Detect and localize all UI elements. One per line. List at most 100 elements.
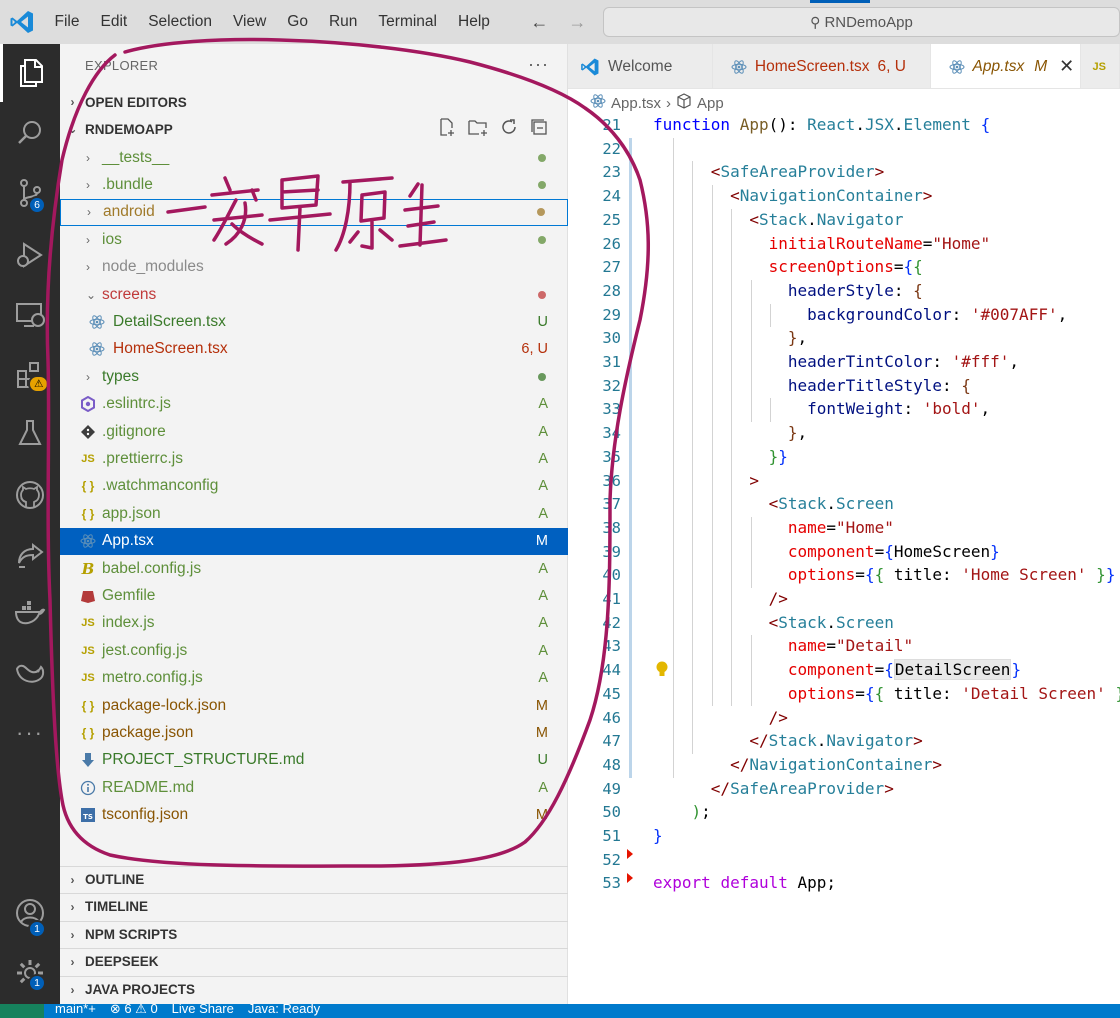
code-line[interactable]: 27 screenOptions={{ [568, 256, 1120, 280]
tree-item[interactable]: { } app.json A [60, 500, 568, 527]
menu-view[interactable]: View [222, 0, 276, 44]
code-line[interactable]: 25 <Stack.Navigator [568, 209, 1120, 233]
code-line[interactable]: 37 <Stack.Screen [568, 493, 1120, 517]
tree-item[interactable]: { } .watchmanconfig A [60, 473, 568, 500]
menu-selection[interactable]: Selection [138, 0, 223, 44]
tree-item[interactable]: › __tests__ [60, 144, 568, 171]
menu-terminal[interactable]: Terminal [368, 0, 448, 44]
menu-help[interactable]: Help [448, 0, 501, 44]
tree-item[interactable]: { } package.json M [60, 719, 568, 746]
code-line[interactable]: 47 </Stack.Navigator> [568, 730, 1120, 754]
tab-app[interactable]: App.tsx M ✕ [930, 44, 1081, 88]
tree-item[interactable]: JS jest.config.js A [60, 637, 568, 664]
tree-item[interactable]: Gemfile A [60, 582, 568, 609]
code-line[interactable]: 53 export default App; [568, 872, 1120, 896]
remote-explorer-icon[interactable] [0, 286, 60, 344]
code-line[interactable]: 34 }, [568, 422, 1120, 446]
tab-homescreen[interactable]: HomeScreen.tsx 6, U [712, 44, 931, 88]
tree-item[interactable]: { } package-lock.json M [60, 692, 568, 719]
tree-item[interactable]: DetailScreen.tsx U [60, 308, 568, 335]
tree-item[interactable]: App.tsx M [60, 527, 568, 555]
open-editors-header[interactable]: › OPEN EDITORS [60, 89, 568, 115]
docker-icon[interactable] [0, 584, 60, 642]
code-line[interactable]: 23 <SafeAreaProvider> [568, 161, 1120, 185]
refresh-icon[interactable] [500, 118, 518, 136]
code-line[interactable]: 24 <NavigationContainer> [568, 185, 1120, 209]
code-line[interactable]: 49 </SafeAreaProvider> [568, 778, 1120, 802]
menu-go[interactable]: Go [277, 0, 319, 44]
project-header[interactable]: ⌄ RNDEMOAPP [60, 116, 568, 142]
tree-item[interactable]: › ios [60, 226, 568, 253]
code-line[interactable]: 32 headerTitleStyle: { [568, 375, 1120, 399]
code-line[interactable]: 39 component={HomeScreen} [568, 541, 1120, 565]
code-line[interactable]: 31 headerTintColor: '#fff', [568, 351, 1120, 375]
deepseek-icon[interactable] [0, 644, 60, 702]
tree-item[interactable]: README.md A [60, 774, 568, 801]
code-line[interactable]: 30 }, [568, 327, 1120, 351]
tree-item[interactable]: › .bundle [60, 171, 568, 198]
code-line[interactable]: 21 function App(): React.JSX.Element { [568, 114, 1120, 138]
tree-item[interactable]: .gitignore A [60, 418, 568, 445]
code-line[interactable]: 46 /> [568, 707, 1120, 731]
code-line[interactable]: 29 backgroundColor: '#007AFF', [568, 304, 1120, 328]
problems-status[interactable]: ⊗ 6 ⚠ 0 [110, 1004, 158, 1017]
code-line[interactable]: 41 /> [568, 588, 1120, 612]
npm-scripts-header[interactable]: › NPM SCRIPTS [60, 921, 568, 947]
new-file-icon[interactable] [438, 118, 456, 136]
run-debug-icon[interactable] [0, 226, 60, 284]
code-line[interactable]: 28 headerStyle: { [568, 280, 1120, 304]
more-icon[interactable]: ··· [0, 704, 60, 762]
search-icon[interactable] [0, 104, 60, 162]
tree-item[interactable]: JS .prettierrc.js A [60, 445, 568, 472]
tree-item[interactable]: › node_modules [60, 254, 568, 281]
menu-file[interactable]: File [44, 0, 90, 44]
code-line[interactable]: 44 component={DetailScreen} [568, 659, 1120, 683]
tree-item[interactable]: JS metro.config.js A [60, 665, 568, 692]
new-folder-icon[interactable] [468, 118, 488, 136]
code-line[interactable]: 51} [568, 825, 1120, 849]
code-line[interactable]: 36 > [568, 470, 1120, 494]
tree-item[interactable]: › types [60, 363, 568, 390]
close-icon[interactable]: ✕ [1059, 56, 1074, 77]
timeline-header[interactable]: › TIMELINE [60, 893, 568, 919]
branch-status[interactable]: main*+ [55, 1004, 96, 1017]
code-line[interactable]: 52 [568, 849, 1120, 873]
code-line[interactable]: 26 initialRouteName="Home" [568, 233, 1120, 257]
code-line[interactable]: 50 ); [568, 801, 1120, 825]
breadcrumb-symbol[interactable]: App [697, 95, 724, 112]
testing-icon[interactable] [0, 404, 60, 462]
java-status[interactable]: Java: Ready [248, 1004, 320, 1017]
breadcrumb-file[interactable]: App.tsx [611, 95, 661, 112]
live-share-status[interactable]: Live Share [172, 1004, 234, 1017]
code-line[interactable]: 40 options={{ title: 'Home Screen' }} [568, 564, 1120, 588]
tab-welcome[interactable]: Welcome [568, 44, 713, 88]
java-projects-header[interactable]: › JAVA PROJECTS [60, 976, 568, 1002]
code-line[interactable]: 42 <Stack.Screen [568, 612, 1120, 636]
live-share-icon[interactable] [0, 526, 60, 584]
code-line[interactable]: 48 </NavigationContainer> [568, 754, 1120, 778]
code-line[interactable]: 45 options={{ title: 'Detail Screen' }} [568, 683, 1120, 707]
command-center-search[interactable]: ⚲ RNDemoApp [603, 7, 1120, 37]
back-arrow-icon[interactable]: ← [530, 12, 548, 33]
code-line[interactable]: 33 fontWeight: 'bold', [568, 398, 1120, 422]
remote-indicator[interactable] [0, 1004, 44, 1018]
tree-item[interactable]: › android [60, 198, 568, 226]
tree-item[interactable]: Bbabel.config.js A [60, 555, 568, 582]
code-editor[interactable]: 21 function App(): React.JSX.Element {22 2… [568, 114, 1120, 1004]
explorer-more-icon[interactable]: ··· [528, 54, 549, 75]
code-line[interactable]: 35 }} [568, 446, 1120, 470]
manage-gear-icon[interactable]: 1 [0, 944, 60, 1002]
tree-item[interactable]: TS tsconfig.json M [60, 802, 568, 829]
explorer-icon[interactable] [0, 44, 60, 102]
tree-item[interactable]: .eslintrc.js A [60, 391, 568, 418]
tab-js[interactable]: JS [1080, 44, 1120, 88]
github-icon[interactable] [0, 466, 60, 524]
extensions-icon[interactable]: ⚠ [0, 346, 60, 404]
account-icon[interactable]: 1 [0, 884, 60, 942]
deepseek-header[interactable]: › DEEPSEEK [60, 948, 568, 974]
tree-item[interactable]: JS index.js A [60, 610, 568, 637]
menu-edit[interactable]: Edit [90, 0, 138, 44]
collapse-all-icon[interactable] [530, 118, 548, 136]
menu-run[interactable]: Run [318, 0, 367, 44]
code-line[interactable]: 38 name="Home" [568, 517, 1120, 541]
